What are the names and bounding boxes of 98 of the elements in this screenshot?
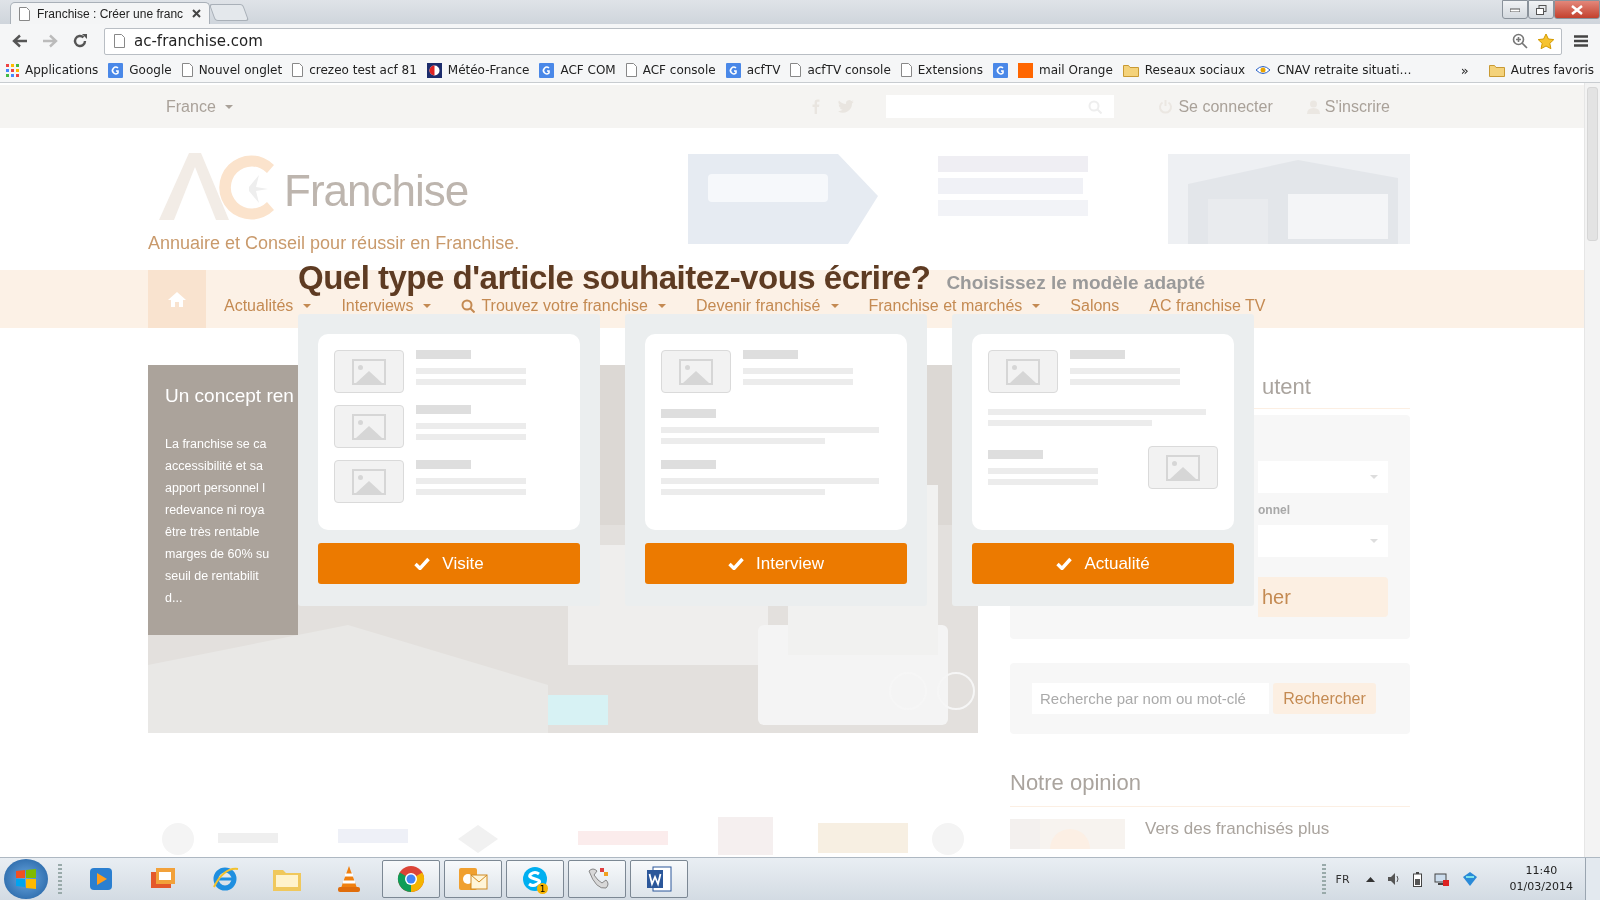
page-icon bbox=[625, 63, 637, 77]
bookmark-item[interactable]: acfTV bbox=[725, 62, 781, 78]
field-label: onnel bbox=[1258, 503, 1290, 517]
bookmark-item[interactable]: Google bbox=[108, 62, 172, 78]
minimize-icon bbox=[1510, 7, 1520, 12]
eye-icon bbox=[1255, 63, 1272, 77]
dialog-subtitle: Choisissez le modèle adapté bbox=[946, 272, 1206, 294]
address-bar[interactable]: ac-franchise.com bbox=[104, 27, 1562, 55]
zoom-icon[interactable] bbox=[1512, 33, 1528, 49]
s-cloud-icon bbox=[521, 865, 549, 893]
scrollbar[interactable] bbox=[1584, 83, 1600, 857]
check-icon bbox=[414, 557, 431, 570]
bookmark-item[interactable]: Nouvel onglet bbox=[181, 63, 283, 77]
network-icon[interactable] bbox=[1433, 871, 1450, 887]
browser-tab[interactable]: Franchise : Créer une franc bbox=[10, 2, 210, 24]
page-icon bbox=[19, 6, 30, 21]
clock[interactable]: 11:40 01/03/2014 bbox=[1509, 863, 1573, 895]
letter-g-tile-icon bbox=[108, 62, 124, 78]
close-icon[interactable] bbox=[192, 9, 201, 18]
close-icon bbox=[1571, 4, 1583, 15]
restore-button[interactable] bbox=[1528, 0, 1554, 19]
dialog-title: Quel type d'article souhaitez-vous écrire? bbox=[298, 259, 931, 297]
taskbar-app-button[interactable] bbox=[444, 860, 502, 898]
taskbar-app-button[interactable] bbox=[568, 860, 626, 898]
restore-icon bbox=[1535, 4, 1547, 15]
page-icon bbox=[181, 63, 193, 77]
clock-date: 01/03/2014 bbox=[1509, 879, 1573, 895]
letter-g-tile-icon bbox=[539, 62, 555, 78]
bookmark-item[interactable] bbox=[992, 62, 1008, 78]
letter-g-tile-icon bbox=[992, 62, 1008, 78]
close-button[interactable] bbox=[1554, 0, 1600, 19]
circle-icon bbox=[426, 62, 442, 78]
notification-badge: 1 bbox=[537, 883, 548, 894]
bookmark-item[interactable]: ACF console bbox=[625, 63, 716, 77]
page-icon bbox=[900, 63, 912, 77]
slide-title: Un concept ren bbox=[165, 385, 294, 407]
dropdown-field[interactable] bbox=[1258, 461, 1388, 493]
bookmark-item[interactable]: Autres favoris bbox=[1488, 63, 1594, 77]
keyword-field[interactable]: Recherche par nom ou mot-clé bbox=[1032, 683, 1269, 714]
dropdown-field[interactable] bbox=[1258, 525, 1388, 557]
envelope-icon bbox=[458, 865, 488, 893]
forward-arrow-icon bbox=[42, 34, 58, 48]
back-arrow-icon bbox=[12, 34, 28, 48]
word-document-icon bbox=[645, 865, 673, 893]
bookmark-item[interactable]: crezeo test acf 81 bbox=[292, 63, 417, 77]
slide-text-line: être très rentable bbox=[165, 524, 260, 541]
page-icon bbox=[292, 63, 304, 77]
tagline: Annuaire et Conseil pour réussir en Franchise. bbox=[148, 232, 521, 254]
slide-text-line: marges de 60% su bbox=[165, 546, 270, 563]
section-heading: Notre opinion bbox=[1010, 770, 1410, 807]
slide-text-line: La franchise se ca bbox=[165, 436, 267, 453]
star-icon[interactable] bbox=[1537, 32, 1555, 50]
sync-icon[interactable] bbox=[1461, 871, 1478, 887]
page-icon bbox=[790, 63, 802, 77]
check-icon bbox=[728, 557, 744, 570]
folder-icon bbox=[1122, 63, 1139, 77]
new-tab-button[interactable] bbox=[208, 4, 250, 21]
bookmark-item[interactable]: acfTV console bbox=[790, 63, 891, 77]
logo-text: Franchise bbox=[284, 165, 469, 216]
chrome-icon bbox=[397, 865, 425, 893]
bookmark-item[interactable]: CNAV retraite situati… bbox=[1255, 63, 1412, 77]
slide-text-line: accessibilité et sa bbox=[165, 458, 263, 475]
cone-icon bbox=[336, 865, 362, 893]
page-icon bbox=[114, 34, 125, 48]
windows-logo-icon bbox=[15, 868, 37, 890]
battery-icon[interactable] bbox=[1412, 871, 1422, 887]
slide-text-line: apport personnel l bbox=[165, 480, 266, 497]
letter-g-tile-icon bbox=[725, 62, 741, 78]
check-icon bbox=[1056, 557, 1073, 570]
search-icon bbox=[461, 299, 476, 313]
grid-icon bbox=[6, 63, 19, 77]
bookmark-item[interactable]: mail Orange bbox=[1017, 62, 1113, 78]
more-bookmarks-button[interactable]: » bbox=[1460, 62, 1469, 78]
home-icon bbox=[168, 291, 186, 307]
bookmark-item[interactable]: Reseaux sociaux bbox=[1122, 63, 1246, 77]
up-arrow-icon[interactable] bbox=[1365, 876, 1375, 882]
menu-icon[interactable] bbox=[1574, 35, 1588, 47]
section-heading: utent bbox=[1262, 374, 1311, 400]
slide-text-line: redevance ni roya bbox=[165, 502, 265, 519]
bookmark-item[interactable]: Météo-France bbox=[426, 62, 530, 78]
square-tile-icon bbox=[1017, 62, 1033, 78]
start-button[interactable] bbox=[4, 859, 48, 899]
bookmark-item[interactable]: ACF COM bbox=[539, 62, 616, 78]
taskbar-app-button[interactable]: 1 bbox=[506, 860, 564, 898]
play-icon bbox=[88, 866, 114, 892]
globe-e-icon bbox=[211, 865, 239, 893]
clock-time: 11:40 bbox=[1525, 863, 1558, 879]
folder-icon bbox=[1488, 63, 1505, 77]
taskbar-app-button[interactable] bbox=[382, 860, 440, 898]
speaker-icon[interactable] bbox=[1386, 872, 1401, 886]
bookmark-item[interactable]: Extensions bbox=[900, 63, 983, 77]
bookmark-item[interactable]: Applications bbox=[6, 63, 99, 77]
slide-text-line: seuil de rentabilit bbox=[165, 568, 259, 585]
slide-text-line: d... bbox=[165, 590, 183, 607]
reload-icon bbox=[72, 33, 88, 49]
taskbar-app-button[interactable] bbox=[630, 860, 688, 898]
language-indicator[interactable]: FR bbox=[1335, 872, 1350, 886]
show-desktop-button[interactable] bbox=[1585, 858, 1600, 900]
